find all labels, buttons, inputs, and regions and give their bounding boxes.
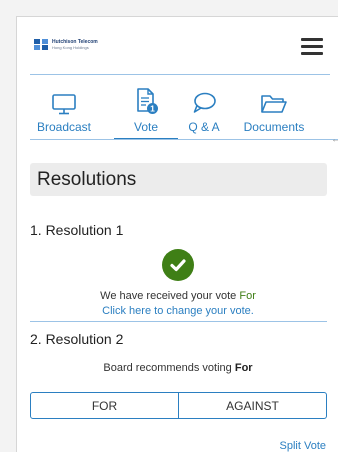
hamburger-icon[interactable] — [301, 38, 323, 55]
folder-icon — [242, 85, 306, 115]
board-recommendation: Board recommends voting For — [17, 362, 338, 374]
recommend-text: Board recommends voting — [103, 362, 232, 374]
logo-title: Hutchison Telecom — [52, 38, 98, 45]
tab-broadcast-label: Broadcast — [36, 120, 92, 134]
tab-documents[interactable]: Documents — [242, 85, 306, 139]
tabs-divider — [30, 139, 338, 140]
section-title: Resolutions — [30, 163, 327, 196]
tab-documents-label: Documents — [243, 120, 305, 134]
resolution-divider — [30, 321, 327, 322]
speech-bubble-icon — [182, 85, 226, 115]
header-divider — [30, 74, 330, 75]
tab-vote[interactable]: 1 Vote — [114, 85, 178, 140]
check-circle-icon — [162, 249, 194, 281]
tab-vote-label: Vote — [133, 120, 159, 134]
vote-options: FOR AGAINST — [30, 392, 327, 419]
vote-received-message: We have received your vote For — [17, 290, 338, 302]
change-vote-link[interactable]: Click here to change your vote. — [17, 305, 338, 317]
logo-mark-icon — [34, 39, 48, 50]
tab-bar: Broadcast 1 Vote Q & A Documents — [30, 85, 330, 140]
app-frame: Hutchison Telecom Hong Kong Holdings Bro… — [16, 16, 338, 452]
vote-against-button[interactable]: AGAINST — [178, 393, 326, 418]
resolution-2-title: 2. Resolution 2 — [30, 331, 124, 347]
vote-received-text: We have received your vote — [100, 290, 237, 302]
document-icon: 1 — [114, 85, 178, 115]
company-logo: Hutchison Telecom Hong Kong Holdings — [34, 39, 98, 50]
vote-badge: 1 — [150, 104, 155, 114]
vote-received-value: For — [239, 290, 256, 302]
scroll-left-arrow-icon[interactable]: ← — [331, 134, 338, 145]
tab-broadcast[interactable]: Broadcast — [36, 85, 92, 139]
recommend-value: For — [234, 362, 253, 374]
monitor-icon — [36, 85, 92, 115]
tab-qa-label: Q & A — [188, 120, 220, 134]
logo-subtitle: Hong Kong Holdings — [52, 44, 89, 50]
top-bar: Hutchison Telecom Hong Kong Holdings — [17, 17, 338, 75]
vote-for-button[interactable]: FOR — [31, 393, 178, 418]
resolution-1-title: 1. Resolution 1 — [30, 222, 124, 238]
tab-qa[interactable]: Q & A — [182, 85, 226, 139]
split-vote-link[interactable]: Split Vote — [280, 440, 326, 452]
